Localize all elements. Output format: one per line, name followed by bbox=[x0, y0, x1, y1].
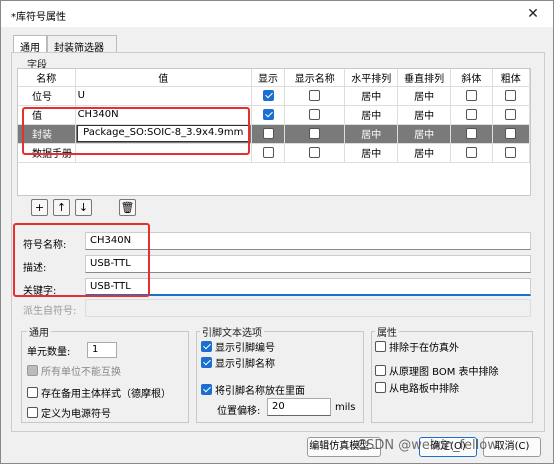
arrow-down-icon[interactable]: ↓ bbox=[75, 199, 92, 216]
general-group-title: 通用 bbox=[27, 324, 51, 339]
col-italic[interactable]: 斜体 bbox=[450, 69, 493, 87]
table-header: 名称 值 显示 显示名称 水平排列 垂直排列 斜体 粗体 bbox=[18, 69, 531, 87]
exclude-sim-label: 排除于在仿真外 bbox=[389, 343, 459, 354]
italic-checkbox[interactable] bbox=[465, 127, 477, 139]
exclude-board-checkbox[interactable] bbox=[375, 382, 386, 393]
show-checkbox[interactable] bbox=[262, 146, 274, 158]
add-icon[interactable]: + bbox=[31, 199, 48, 216]
power-symbol-checkbox[interactable] bbox=[27, 407, 38, 418]
h-align-cell[interactable]: 居中 bbox=[344, 124, 399, 144]
v-align-cell[interactable]: 居中 bbox=[397, 143, 452, 163]
show-name-checkbox[interactable] bbox=[309, 146, 321, 158]
demorgan-checkbox[interactable] bbox=[27, 387, 38, 398]
show-name-checkbox[interactable] bbox=[309, 108, 321, 120]
interchange-label: 所有单位不能互换 bbox=[41, 367, 121, 378]
h-align-cell[interactable]: 居中 bbox=[344, 86, 399, 106]
tab-general[interactable]: 通用 bbox=[13, 35, 47, 54]
units-label: 单元数量: bbox=[27, 347, 71, 358]
offset-input[interactable]: 20 bbox=[267, 398, 331, 416]
units-stepper[interactable]: 1 bbox=[87, 342, 117, 358]
symbol-properties-dialog: *库符号属性 ✕ 通用 封装筛选器 字段 名称 值 显示 显示名称 水平排列 垂… bbox=[0, 0, 554, 464]
table-row[interactable]: 位号 U 居中 居中 bbox=[18, 86, 531, 106]
attributes-group-title: 属性 bbox=[375, 324, 399, 339]
italic-checkbox[interactable] bbox=[465, 108, 477, 120]
col-show-name[interactable]: 显示名称 bbox=[284, 69, 346, 87]
keywords-input[interactable]: USB-TTL bbox=[85, 278, 531, 296]
show-checkbox[interactable] bbox=[262, 127, 274, 139]
pin-name-inside-label: 将引脚名称放在里面 bbox=[215, 386, 305, 397]
interchange-checkbox[interactable] bbox=[27, 365, 38, 376]
v-align-cell[interactable]: 居中 bbox=[397, 86, 452, 106]
dialog-title: *库符号属性 bbox=[11, 12, 66, 23]
h-align-cell[interactable]: 居中 bbox=[344, 143, 399, 163]
show-checkbox[interactable] bbox=[262, 89, 274, 101]
title-bar: *库符号属性 ✕ bbox=[1, 1, 553, 27]
tab-footprint-filter[interactable]: 封装筛选器 bbox=[47, 35, 117, 54]
power-symbol-label: 定义为电源符号 bbox=[41, 409, 111, 420]
col-value[interactable]: 值 bbox=[75, 69, 252, 87]
offset-unit: mils bbox=[335, 402, 356, 413]
derived-from-select[interactable] bbox=[85, 299, 531, 317]
col-show[interactable]: 显示 bbox=[251, 69, 286, 87]
symbol-name-input[interactable]: CH340N bbox=[85, 232, 531, 250]
col-h-align[interactable]: 水平排列 bbox=[344, 69, 399, 87]
exclude-bom-label: 从原理图 BOM 表中排除 bbox=[389, 367, 499, 378]
show-pin-number-label: 显示引脚编号 bbox=[215, 343, 275, 354]
exclude-board-label: 从电路板中排除 bbox=[389, 384, 459, 395]
offset-label: 位置偏移: bbox=[217, 406, 261, 417]
bold-checkbox[interactable] bbox=[505, 127, 517, 139]
row-value[interactable]: U bbox=[75, 86, 252, 106]
description-input[interactable]: USB-TTL bbox=[85, 255, 531, 273]
show-pin-name-checkbox[interactable] bbox=[201, 357, 212, 368]
bold-checkbox[interactable] bbox=[505, 89, 517, 101]
italic-checkbox[interactable] bbox=[465, 146, 477, 158]
v-align-cell[interactable]: 居中 bbox=[397, 124, 452, 144]
pin-text-group-title: 引脚文本选项 bbox=[200, 324, 264, 339]
derived-from-label: 派生自符号: bbox=[23, 306, 77, 317]
highlight-box-fields bbox=[22, 107, 250, 155]
show-name-checkbox[interactable] bbox=[309, 89, 321, 101]
show-checkbox[interactable] bbox=[262, 108, 274, 120]
italic-checkbox[interactable] bbox=[465, 89, 477, 101]
show-name-checkbox[interactable] bbox=[309, 127, 321, 139]
show-pin-number-checkbox[interactable] bbox=[201, 341, 212, 352]
v-align-cell[interactable]: 居中 bbox=[397, 105, 452, 125]
show-pin-name-label: 显示引脚名称 bbox=[215, 359, 275, 370]
exclude-bom-checkbox[interactable] bbox=[375, 365, 386, 376]
bold-checkbox[interactable] bbox=[505, 108, 517, 120]
col-name[interactable]: 名称 bbox=[18, 69, 76, 87]
arrow-up-icon[interactable]: ↑ bbox=[53, 199, 70, 216]
trash-icon[interactable]: 🗑 bbox=[119, 199, 136, 216]
highlight-box-symbol bbox=[13, 223, 150, 297]
watermark: CSDN @weixin_fellow bbox=[357, 438, 498, 453]
col-v-align[interactable]: 垂直排列 bbox=[397, 69, 452, 87]
row-name: 位号 bbox=[18, 86, 76, 106]
pin-name-inside-checkbox[interactable] bbox=[201, 384, 212, 395]
bold-checkbox[interactable] bbox=[505, 146, 517, 158]
demorgan-label: 存在备用主体样式（德摩根） bbox=[41, 389, 171, 400]
h-align-cell[interactable]: 居中 bbox=[344, 105, 399, 125]
close-icon[interactable]: ✕ bbox=[521, 4, 545, 24]
exclude-sim-checkbox[interactable] bbox=[375, 341, 386, 352]
col-bold[interactable]: 粗体 bbox=[492, 69, 531, 87]
